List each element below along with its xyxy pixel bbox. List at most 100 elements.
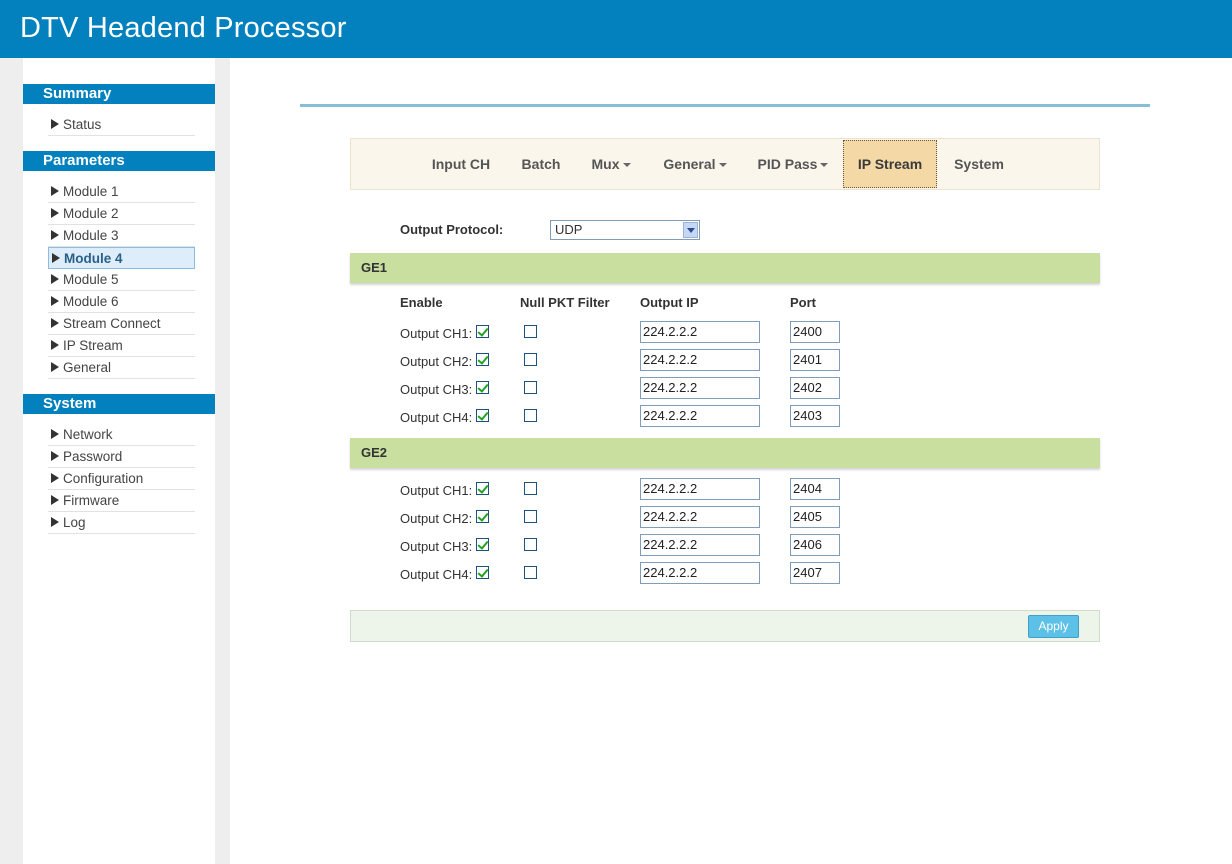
channel-label: Output CH3:: [400, 382, 473, 397]
sidebar-item-label: Module 4: [64, 251, 123, 266]
tab-pid-pass[interactable]: PID Pass: [749, 139, 837, 189]
ge1-row-ch2: Output CH2: 224.2.2.2 2401: [230, 349, 1232, 373]
port-input[interactable]: 2406: [790, 534, 840, 556]
output-ip-input[interactable]: 224.2.2.2: [640, 506, 760, 528]
ge1-row-ch4: Output CH4: 224.2.2.2 2403: [230, 405, 1232, 429]
main-content: Input CH Batch Mux General PID Pass IP S…: [230, 58, 1232, 864]
sidebar-item-label: Module 6: [63, 294, 119, 309]
triangle-right-icon: [51, 296, 59, 306]
sidebar-item-ip-stream[interactable]: IP Stream: [48, 335, 195, 357]
sidebar-item-module-6[interactable]: Module 6: [48, 291, 195, 313]
tab-mux[interactable]: Mux: [581, 139, 641, 189]
null-pkt-filter-checkbox[interactable]: [524, 566, 537, 579]
output-ip-input[interactable]: 224.2.2.2: [640, 478, 760, 500]
null-pkt-filter-checkbox[interactable]: [524, 381, 537, 394]
port-input[interactable]: 2402: [790, 377, 840, 399]
caret-down-icon: [820, 163, 829, 167]
output-ip-input[interactable]: 224.2.2.2: [640, 562, 760, 584]
sidebar-item-label: Module 5: [63, 272, 119, 287]
port-input[interactable]: 2404: [790, 478, 840, 500]
sidebar-item-module-2[interactable]: Module 2: [48, 203, 195, 225]
sidebar-item-firmware[interactable]: Firmware: [48, 490, 195, 512]
sidebar-item-general[interactable]: General: [48, 357, 195, 379]
enable-checkbox[interactable]: [476, 482, 489, 495]
sidebar-item-label: Status: [63, 117, 102, 132]
triangle-right-icon: [51, 362, 59, 372]
enable-checkbox[interactable]: [476, 510, 489, 523]
sidebar-item-module-5[interactable]: Module 5: [48, 269, 195, 291]
null-pkt-filter-checkbox[interactable]: [524, 510, 537, 523]
tab-label: Batch: [521, 156, 561, 172]
enable-checkbox[interactable]: [476, 381, 489, 394]
ge2-header: GE2: [350, 438, 1100, 468]
enable-checkbox[interactable]: [476, 325, 489, 338]
tab-batch[interactable]: Batch: [511, 139, 571, 189]
sidebar-item-label: Configuration: [63, 471, 144, 486]
app-title: DTV Headend Processor: [20, 12, 347, 44]
sidebar-item-network[interactable]: Network: [48, 424, 195, 446]
column-header-output-ip: Output IP: [640, 295, 699, 310]
output-protocol-value: UDP: [555, 222, 583, 237]
tab-bar: Input CH Batch Mux General PID Pass IP S…: [350, 138, 1100, 190]
sidebar: Summary Status Parameters Module 1 Modul…: [23, 58, 215, 864]
null-pkt-filter-checkbox[interactable]: [524, 325, 537, 338]
port-input[interactable]: 2401: [790, 349, 840, 371]
column-header-null-pkt-filter: Null PKT Filter: [520, 295, 610, 310]
left-gutter: [0, 58, 23, 864]
null-pkt-filter-checkbox[interactable]: [524, 353, 537, 366]
sidebar-item-module-4[interactable]: Module 4: [48, 247, 195, 269]
triangle-right-icon: [51, 186, 59, 196]
tab-label: PID Pass: [757, 156, 818, 172]
sidebar-item-label: IP Stream: [63, 338, 123, 353]
channel-label: Output CH4:: [400, 567, 473, 582]
enable-checkbox[interactable]: [476, 409, 489, 422]
sidebar-item-status[interactable]: Status: [48, 114, 195, 136]
output-ip-input[interactable]: 224.2.2.2: [640, 321, 760, 343]
sidebar-item-label: Module 1: [63, 184, 119, 199]
channel-label: Output CH3:: [400, 539, 473, 554]
tab-general[interactable]: General: [653, 139, 737, 189]
enable-checkbox[interactable]: [476, 353, 489, 366]
channel-label: Output CH2:: [400, 511, 473, 526]
sidebar-item-module-1[interactable]: Module 1: [48, 181, 195, 203]
tab-system[interactable]: System: [945, 139, 1013, 189]
port-input[interactable]: 2407: [790, 562, 840, 584]
null-pkt-filter-checkbox[interactable]: [524, 482, 537, 495]
null-pkt-filter-checkbox[interactable]: [524, 409, 537, 422]
output-ip-input[interactable]: 224.2.2.2: [640, 405, 760, 427]
column-header-port: Port: [790, 295, 816, 310]
triangle-right-icon: [51, 208, 59, 218]
sidebar-item-configuration[interactable]: Configuration: [48, 468, 195, 490]
sidebar-item-label: General: [63, 360, 112, 375]
dropdown-arrow-icon[interactable]: [683, 222, 698, 238]
triangle-right-icon: [51, 451, 59, 461]
tab-label: IP Stream: [857, 156, 923, 172]
tab-label: System: [954, 156, 1004, 172]
sidebar-item-stream-connect[interactable]: Stream Connect: [48, 313, 195, 335]
port-input[interactable]: 2403: [790, 405, 840, 427]
triangle-right-icon: [51, 429, 59, 439]
null-pkt-filter-checkbox[interactable]: [524, 538, 537, 551]
sidebar-item-password[interactable]: Password: [48, 446, 195, 468]
ge2-row-ch4: Output CH4: 224.2.2.2 2407: [230, 562, 1232, 586]
apply-button[interactable]: Apply: [1028, 615, 1079, 638]
sidebar-item-label: Module 3: [63, 228, 119, 243]
output-protocol-select[interactable]: UDP: [550, 220, 700, 240]
triangle-right-icon: [51, 318, 59, 328]
sidebar-item-module-3[interactable]: Module 3: [48, 225, 195, 247]
sidebar-item-log[interactable]: Log: [48, 512, 195, 534]
ge2-row-ch3: Output CH3: 224.2.2.2 2406: [230, 534, 1232, 558]
tab-ip-stream[interactable]: IP Stream: [843, 140, 937, 188]
triangle-right-icon: [51, 473, 59, 483]
ge1-row-ch3: Output CH3: 224.2.2.2 2402: [230, 377, 1232, 401]
enable-checkbox[interactable]: [476, 566, 489, 579]
port-input[interactable]: 2400: [790, 321, 840, 343]
tab-input-ch[interactable]: Input CH: [421, 139, 501, 189]
enable-checkbox[interactable]: [476, 538, 489, 551]
output-ip-input[interactable]: 224.2.2.2: [640, 534, 760, 556]
output-ip-input[interactable]: 224.2.2.2: [640, 377, 760, 399]
channel-label: Output CH2:: [400, 354, 473, 369]
port-input[interactable]: 2405: [790, 506, 840, 528]
output-ip-input[interactable]: 224.2.2.2: [640, 349, 760, 371]
sidebar-gutter: [215, 58, 230, 864]
